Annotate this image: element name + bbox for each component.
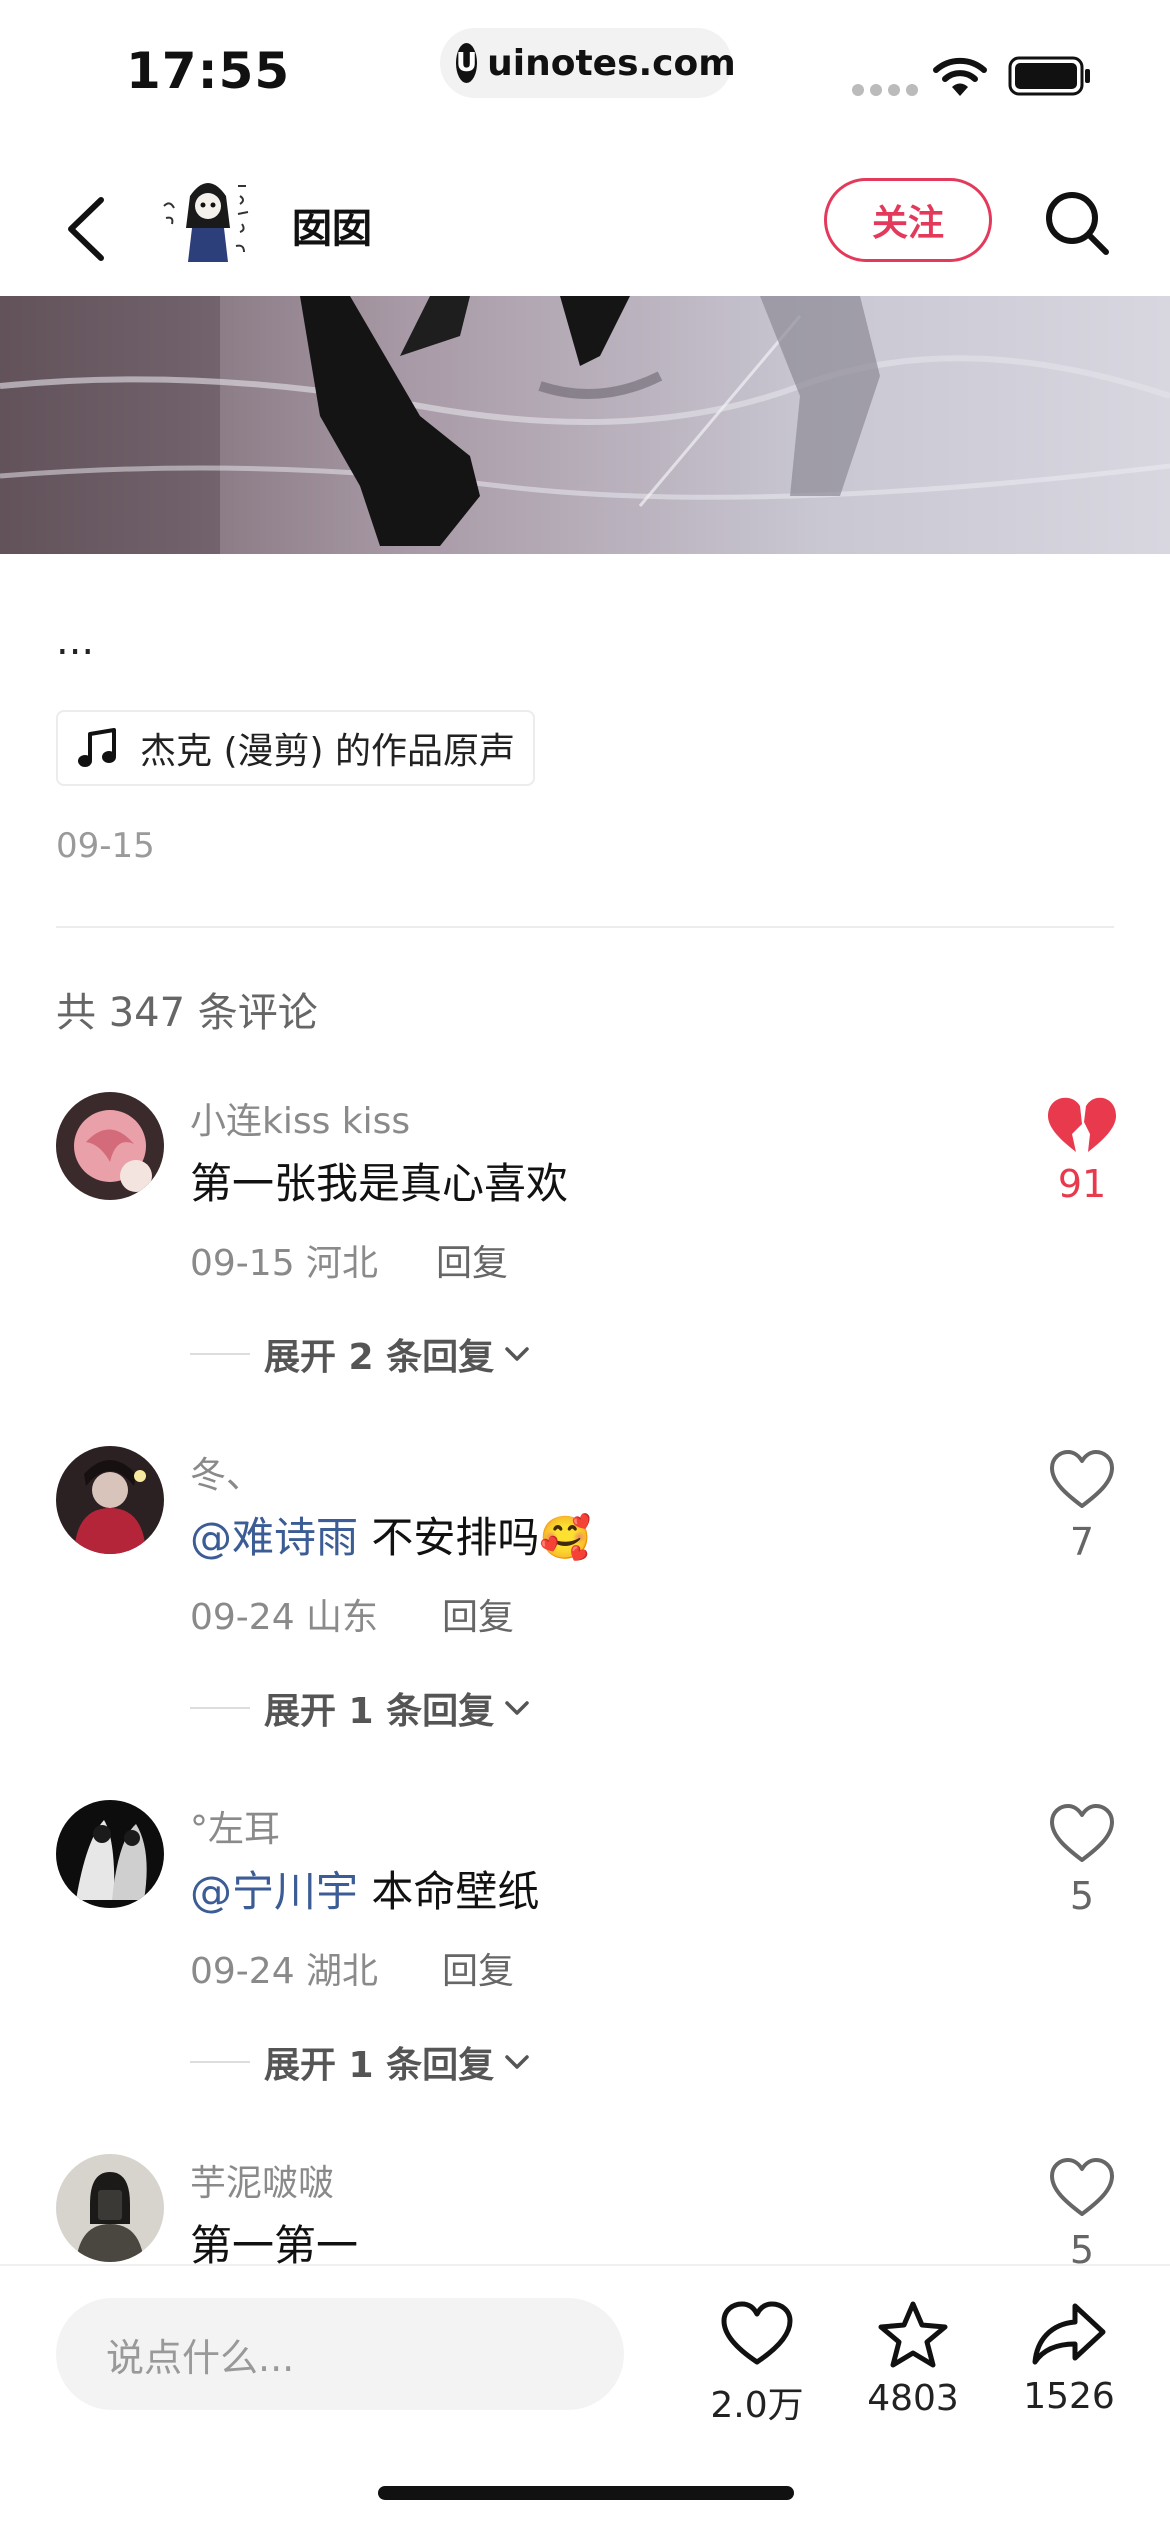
wifi-icon bbox=[933, 57, 987, 96]
home-indicator[interactable] bbox=[378, 2486, 794, 2500]
commenter-name[interactable]: 芋泥啵啵 bbox=[190, 2154, 334, 2206]
expand-replies-button[interactable]: 展开 1 条回复 bbox=[190, 1682, 534, 1734]
divider bbox=[190, 1707, 250, 1709]
cellular-signal-icon bbox=[852, 84, 918, 96]
mention[interactable]: @宁川宇 bbox=[190, 1867, 358, 1916]
comment-body: 本命壁纸 bbox=[358, 1867, 540, 1916]
chevron-down-icon bbox=[505, 1347, 529, 1361]
back-button[interactable] bbox=[50, 184, 120, 274]
chevron-down-icon bbox=[505, 2055, 529, 2069]
heart-icon[interactable] bbox=[1046, 2156, 1118, 2220]
comments-count: 共 347 条评论 bbox=[56, 990, 318, 1036]
commenter-avatar[interactable] bbox=[56, 1446, 164, 1554]
like-count: 91 bbox=[1057, 1162, 1107, 1206]
share-icon bbox=[1032, 2303, 1106, 2365]
comment-text: @宁川宇 本命壁纸 bbox=[190, 1858, 539, 1919]
comment-body: 不安排吗🥰 bbox=[358, 1513, 592, 1562]
search-icon[interactable] bbox=[1038, 184, 1114, 260]
author-name[interactable]: 囡囡 bbox=[292, 196, 372, 254]
comment-date-region: 09-15 河北 bbox=[190, 1243, 379, 1284]
reply-button[interactable]: 回复 bbox=[436, 1234, 508, 1286]
follow-button[interactable]: 关注 bbox=[824, 178, 992, 262]
status-time: 17:55 bbox=[126, 42, 291, 100]
comment-date-region: 09-24 山东 bbox=[190, 1597, 379, 1638]
comment-body: 第一张我是真心喜欢 bbox=[190, 1159, 569, 1208]
commenter-name[interactable]: 冬、 bbox=[190, 1446, 262, 1498]
url-text: uinotes.com bbox=[487, 42, 736, 84]
music-label: 杰克 (漫剪) 的作品原声 bbox=[140, 731, 515, 772]
commenter-name[interactable]: 小连kiss kiss bbox=[190, 1092, 410, 1144]
author-avatar[interactable] bbox=[150, 166, 266, 282]
commenter-avatar[interactable] bbox=[56, 2154, 164, 2262]
divider bbox=[190, 1353, 250, 1355]
post-date: 09-15 bbox=[56, 826, 155, 866]
star-icon bbox=[878, 2301, 948, 2368]
comment-body: 第一第一 bbox=[190, 2221, 359, 2270]
url-pill[interactable]: U uinotes.com bbox=[440, 28, 736, 98]
commenter-avatar[interactable] bbox=[56, 1092, 164, 1200]
commenter-name[interactable]: °左耳 bbox=[190, 1800, 280, 1852]
heart-icon[interactable] bbox=[1046, 1448, 1118, 1512]
commenter-avatar[interactable] bbox=[56, 1800, 164, 1908]
nav-bar: 囡囡 关注 bbox=[0, 160, 1170, 296]
reply-button[interactable]: 回复 bbox=[442, 1588, 514, 1640]
comment-text: @难诗雨 不安排吗🥰 bbox=[190, 1504, 592, 1565]
chevron-left-icon bbox=[68, 197, 104, 261]
status-bar: 17:55 U uinotes.com bbox=[0, 0, 1170, 140]
divider bbox=[190, 2061, 250, 2063]
battery-icon bbox=[1008, 56, 1090, 96]
favorite-button[interactable]: 4803 bbox=[838, 2300, 988, 2419]
music-chip[interactable]: 杰克 (漫剪) 的作品原声 bbox=[56, 710, 535, 786]
like-count: 2.0万 bbox=[710, 2385, 804, 2426]
mention[interactable]: @难诗雨 bbox=[190, 1513, 358, 1562]
share-button[interactable]: 1526 bbox=[994, 2300, 1144, 2417]
comment-text: 第一张我是真心喜欢 bbox=[190, 1150, 568, 1211]
comment-input[interactable]: 说点什么... bbox=[56, 2298, 624, 2410]
expand-replies-button[interactable]: 展开 1 条回复 bbox=[190, 2036, 534, 2088]
like-button[interactable]: 2.0万 bbox=[682, 2300, 832, 2428]
divider bbox=[56, 926, 1114, 928]
reply-button[interactable]: 回复 bbox=[442, 1942, 514, 1994]
music-note-icon bbox=[78, 728, 116, 767]
broken-heart-icon[interactable] bbox=[1046, 1094, 1118, 1158]
expand-replies-label: 展开 1 条回复 bbox=[264, 1691, 495, 1732]
expand-replies-label: 展开 1 条回复 bbox=[264, 2045, 495, 2086]
expand-replies-button[interactable]: 展开 2 条回复 bbox=[190, 1328, 534, 1380]
site-logo-icon: U bbox=[456, 43, 478, 83]
heart-icon[interactable] bbox=[1046, 1802, 1118, 1866]
chevron-down-icon bbox=[505, 1701, 529, 1715]
comment-date-region: 09-24 湖北 bbox=[190, 1951, 379, 1992]
favorite-count: 4803 bbox=[867, 2378, 959, 2419]
post-image[interactable] bbox=[0, 296, 1170, 554]
expand-replies-label: 展开 2 条回复 bbox=[264, 1337, 495, 1378]
heart-icon bbox=[721, 2301, 793, 2365]
share-count: 1526 bbox=[1023, 2376, 1115, 2417]
post-text: ... bbox=[56, 618, 95, 664]
like-count: 7 bbox=[1069, 1520, 1095, 1564]
like-count: 5 bbox=[1069, 1874, 1095, 1918]
